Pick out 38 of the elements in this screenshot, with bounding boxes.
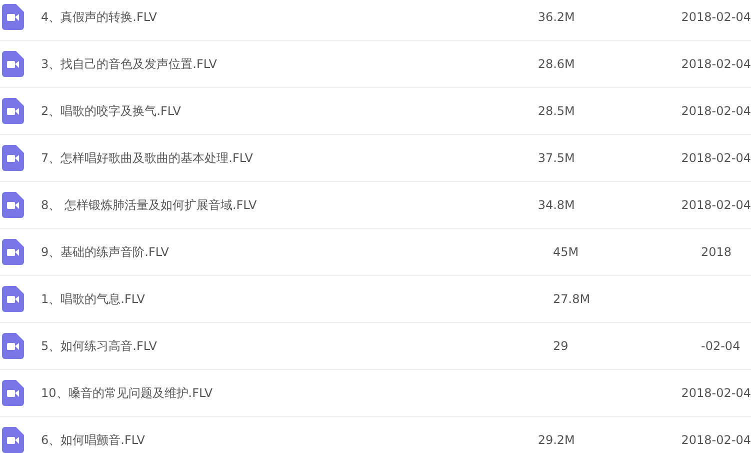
file-size: 34.8M [538,198,575,212]
video-file-icon [2,51,24,77]
file-date: 2018-02-04 [681,386,751,400]
file-date: 2018-02-04 [681,104,751,118]
file-size: 28.6M [538,57,575,71]
file-name[interactable]: 1、唱歌的气息.FLV [41,290,533,308]
file-name[interactable]: 5、如何练习高音.FLV [41,338,533,354]
file-date: 2018-02-04 [681,57,751,71]
file-name[interactable]: 8、 怎样锻炼肺活量及如何扩展音域.FLV [41,196,518,214]
file-date: 2018-02-04 [681,151,751,165]
file-date: 2018 [701,245,732,259]
video-file-icon [2,192,24,218]
file-name[interactable]: 9、基础的练声音阶.FLV [41,244,533,260]
video-file-icon [2,380,24,406]
file-size: 37.5M [538,151,575,165]
file-name[interactable]: 6、如何唱颤音.FLV [41,432,518,448]
video-file-icon [2,145,24,171]
file-name[interactable]: 3、找自己的音色及发声位置.FLV [41,56,518,72]
file-size: 28.5M [538,104,575,118]
video-file-icon [2,4,24,30]
file-size: 29.2M [538,433,575,447]
file-date: 2018-02-04 [681,10,751,24]
file-size: 36.2M [538,10,575,24]
file-name[interactable]: 7、怎样唱好歌曲及歌曲的基本处理.FLV [41,150,518,166]
file-date: 2018-02-04 [681,433,751,447]
file-size: 27.8M [553,292,590,306]
video-file-icon [2,98,24,124]
file-date: -02-04 [701,339,740,353]
file-size: 29 [553,339,568,353]
file-date: 2018-02-04 [681,198,751,212]
video-file-icon [2,286,24,312]
video-file-icon [2,427,24,453]
file-name[interactable]: 4、真假声的转换.FLV [41,8,518,26]
file-name[interactable]: 10、嗓音的常见问题及维护.FLV [41,384,518,402]
video-file-icon [2,333,24,359]
file-size: 45M [553,245,579,259]
file-name[interactable]: 2、唱歌的咬字及换气.FLV [41,102,518,120]
video-file-icon [2,239,24,265]
